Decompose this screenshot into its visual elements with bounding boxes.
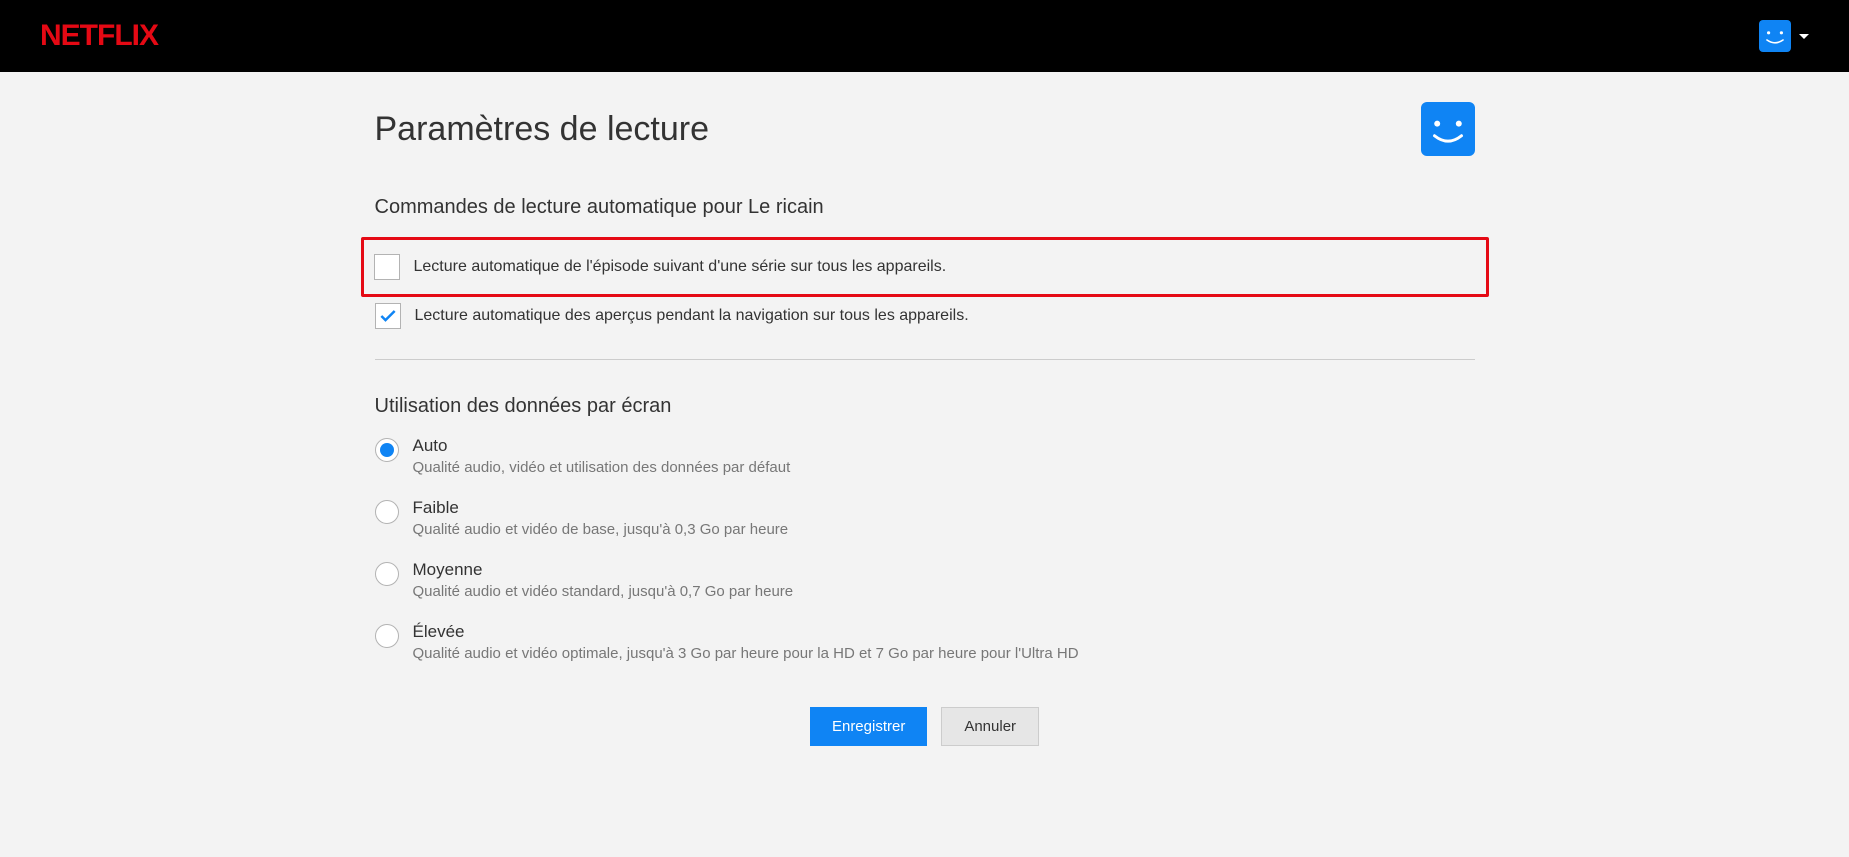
data-usage-auto-radio[interactable] — [375, 438, 399, 462]
data-usage-medium-text: Moyenne Qualité audio et vidéo standard,… — [413, 560, 794, 600]
profile-menu[interactable] — [1759, 20, 1809, 52]
autoplay-next-episode-row[interactable]: Lecture automatique de l'épisode suivant… — [374, 254, 1476, 280]
autoplay-previews-checkbox[interactable] — [375, 303, 401, 329]
data-usage-low-row[interactable]: Faible Qualité audio et vidéo de base, j… — [375, 498, 1475, 538]
data-usage-low-label: Faible — [413, 498, 789, 518]
cancel-button[interactable]: Annuler — [941, 707, 1039, 746]
netflix-logo[interactable]: NETFLIX — [40, 19, 158, 53]
data-usage-auto-text: Auto Qualité audio, vidéo et utilisation… — [413, 436, 791, 476]
avatar-icon — [1759, 20, 1791, 52]
main-content: Paramètres de lecture Commandes de lectu… — [375, 72, 1475, 786]
data-usage-medium-row[interactable]: Moyenne Qualité audio et vidéo standard,… — [375, 560, 1475, 600]
data-usage-auto-row[interactable]: Auto Qualité audio, vidéo et utilisation… — [375, 436, 1475, 476]
data-usage-high-row[interactable]: Élevée Qualité audio et vidéo optimale, … — [375, 622, 1475, 662]
data-usage-low-text: Faible Qualité audio et vidéo de base, j… — [413, 498, 789, 538]
autoplay-next-episode-checkbox[interactable] — [374, 254, 400, 280]
data-usage-high-text: Élevée Qualité audio et vidéo optimale, … — [413, 622, 1079, 662]
autoplay-next-episode-label: Lecture automatique de l'épisode suivant… — [414, 258, 947, 276]
highlight-annotation: Lecture automatique de l'épisode suivant… — [361, 237, 1489, 297]
data-usage-high-desc: Qualité audio et vidéo optimale, jusqu'à… — [413, 645, 1079, 662]
page-title: Paramètres de lecture — [375, 110, 710, 149]
data-usage-heading: Utilisation des données par écran — [375, 395, 1475, 418]
data-usage-high-label: Élevée — [413, 622, 1079, 642]
data-usage-auto-label: Auto — [413, 436, 791, 456]
data-usage-auto-desc: Qualité audio, vidéo et utilisation des … — [413, 459, 791, 476]
page-title-row: Paramètres de lecture — [375, 102, 1475, 156]
chevron-down-icon — [1799, 34, 1809, 39]
data-usage-medium-radio[interactable] — [375, 562, 399, 586]
profile-avatar — [1421, 102, 1475, 156]
data-usage-medium-desc: Qualité audio et vidéo standard, jusqu'à… — [413, 583, 794, 600]
autoplay-previews-row[interactable]: Lecture automatique des aperçus pendant … — [375, 303, 1475, 329]
data-usage-medium-label: Moyenne — [413, 560, 794, 580]
divider — [375, 359, 1475, 360]
autoplay-heading: Commandes de lecture automatique pour Le… — [375, 196, 1475, 219]
header: NETFLIX — [0, 0, 1849, 72]
data-usage-high-radio[interactable] — [375, 624, 399, 648]
autoplay-previews-label: Lecture automatique des aperçus pendant … — [415, 307, 969, 325]
data-usage-low-radio[interactable] — [375, 500, 399, 524]
data-usage-low-desc: Qualité audio et vidéo de base, jusqu'à … — [413, 521, 789, 538]
save-button[interactable]: Enregistrer — [810, 707, 927, 746]
button-row: Enregistrer Annuler — [375, 707, 1475, 746]
